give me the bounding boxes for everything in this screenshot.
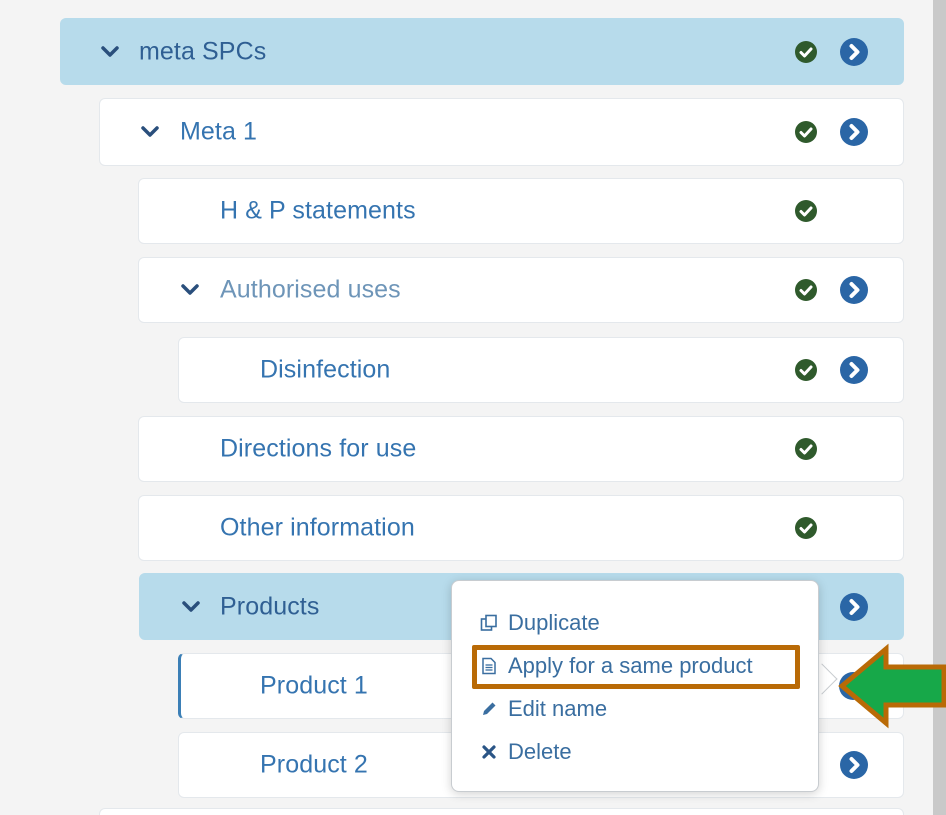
tree-node-label: Products (220, 592, 320, 620)
chevron-right-circle-icon[interactable] (840, 276, 868, 304)
tree-node-label: Other information (220, 513, 415, 542)
document-icon (482, 657, 496, 675)
menu-item-label: Apply for a same product (508, 653, 753, 678)
tree-node-label: meta SPCs (139, 37, 267, 65)
tree-node-label: Disinfection (260, 355, 391, 384)
tree-node-label: Authorised uses (220, 275, 401, 304)
menu-item-apply-same-product[interactable]: Apply for a same product (480, 651, 753, 681)
tree-node-disinfection[interactable]: Disinfection (178, 337, 904, 403)
chevron-down-icon[interactable] (182, 600, 200, 614)
arrow-left-icon (838, 643, 946, 729)
chevron-down-icon[interactable] (181, 283, 199, 297)
tree-node-label: Product 1 (260, 671, 368, 700)
check-circle-icon (795, 40, 817, 63)
menu-item-edit-name[interactable]: Edit name (480, 694, 607, 724)
pencil-icon (483, 702, 496, 715)
tree-node-other-information[interactable]: Other information (138, 495, 904, 561)
tree-node-label: Directions for use (220, 434, 417, 463)
check-circle-icon (795, 438, 817, 460)
tree-node-label: Meta 1 (180, 117, 258, 146)
tree-node-hp-statements[interactable]: H & P statements (138, 178, 904, 244)
tree-node-label: Product 2 (260, 750, 368, 779)
tree-node-meta-1[interactable]: Meta 1 (99, 98, 904, 166)
tree-node-label: H & P statements (220, 196, 416, 225)
chevron-right-circle-icon[interactable] (840, 751, 868, 779)
chevron-right-circle-icon[interactable] (840, 118, 868, 146)
copy-icon (480, 614, 497, 631)
chevron-down-icon[interactable] (101, 45, 119, 59)
check-circle-icon (795, 200, 817, 222)
tree-node-directions-for-use[interactable]: Directions for use (138, 416, 904, 482)
chevron-right-circle-icon[interactable] (840, 592, 868, 621)
menu-item-duplicate[interactable]: Duplicate (480, 608, 600, 638)
chevron-down-icon[interactable] (141, 125, 159, 139)
menu-item-label: Delete (508, 739, 572, 764)
tree-node-authorised-uses[interactable]: Authorised uses (138, 257, 904, 323)
chevron-right-circle-icon[interactable] (840, 356, 868, 384)
check-circle-icon (795, 279, 817, 301)
check-circle-icon (795, 517, 817, 539)
chevron-right-circle-icon[interactable] (840, 37, 868, 66)
check-circle-icon (795, 359, 817, 381)
menu-item-delete[interactable]: Delete (480, 737, 572, 767)
tree-node-meta-spcs[interactable]: meta SPCs (60, 18, 904, 85)
tree-node-next (99, 808, 904, 815)
check-circle-icon (795, 121, 817, 143)
menu-item-label: Edit name (508, 696, 608, 721)
times-icon (482, 745, 496, 759)
menu-item-label: Duplicate (508, 610, 600, 635)
